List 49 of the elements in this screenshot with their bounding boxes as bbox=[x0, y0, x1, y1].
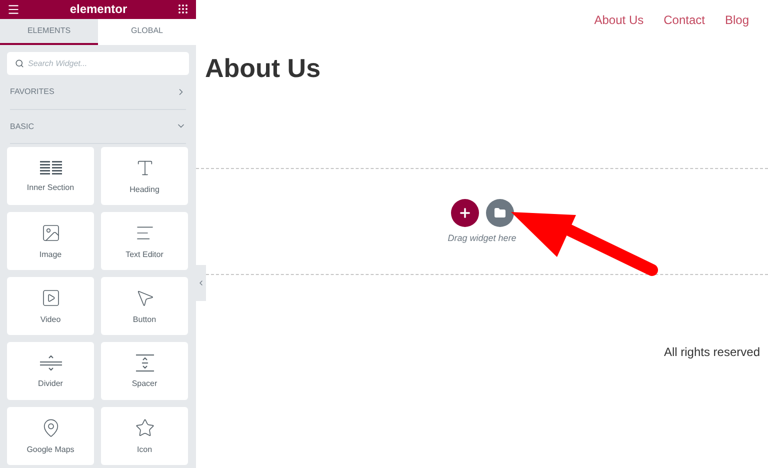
chevron-left-icon bbox=[197, 279, 205, 287]
add-section-button[interactable] bbox=[450, 198, 478, 226]
widget-label: Divider bbox=[38, 379, 63, 388]
page-title: About Us bbox=[205, 53, 322, 84]
widget-card[interactable]: Text Editor bbox=[101, 212, 188, 270]
widget-card[interactable]: Button bbox=[101, 277, 188, 336]
grid-icon[interactable] bbox=[176, 3, 189, 16]
spacer-icon bbox=[134, 354, 156, 372]
footer-text: All rights reserved bbox=[664, 345, 760, 359]
widget-label: Image bbox=[39, 250, 62, 260]
divider-icon bbox=[40, 354, 62, 372]
widget-label: Text Editor bbox=[126, 250, 164, 260]
widget-label: Inner Section bbox=[26, 183, 74, 192]
drop-hint: Drag widget here bbox=[448, 232, 516, 242]
widget-card[interactable]: Inner Section bbox=[7, 147, 94, 206]
panel-tab[interactable]: GLOBAL bbox=[98, 18, 196, 46]
widget-label: Google Maps bbox=[26, 445, 74, 454]
category-label: BASIC bbox=[10, 122, 34, 131]
widget-card[interactable]: Icon bbox=[101, 407, 188, 466]
columns-icon bbox=[40, 160, 62, 176]
plus-icon bbox=[458, 206, 472, 220]
widget-card[interactable]: Divider bbox=[7, 342, 94, 400]
nav-link[interactable]: About Us bbox=[594, 13, 644, 27]
widget-label: Spacer bbox=[132, 379, 158, 388]
widget-label: Icon bbox=[136, 445, 152, 454]
widget-label: Heading bbox=[130, 185, 160, 194]
collapse-handle[interactable] bbox=[196, 265, 206, 301]
widget-label: Video bbox=[40, 315, 61, 324]
search-icon bbox=[15, 59, 24, 68]
panel-tab[interactable]: ELEMENTS bbox=[0, 18, 98, 46]
widget-label: Button bbox=[132, 315, 156, 324]
category-header[interactable]: FAVORITES bbox=[10, 75, 186, 110]
image-icon bbox=[40, 223, 60, 244]
template-button[interactable] bbox=[486, 198, 514, 226]
star-icon bbox=[134, 418, 154, 438]
logo: elementor bbox=[70, 2, 128, 16]
widget-card[interactable]: Heading bbox=[101, 147, 188, 206]
widget-card[interactable]: Spacer bbox=[101, 342, 188, 400]
category-header[interactable]: BASIC bbox=[10, 110, 186, 144]
nav-link[interactable]: Blog bbox=[724, 13, 749, 27]
play-icon bbox=[40, 288, 60, 308]
widget-card[interactable]: Video bbox=[7, 277, 94, 336]
category-label: FAVORITES bbox=[10, 87, 54, 96]
widget-card[interactable]: Image bbox=[7, 212, 94, 270]
folder-icon bbox=[494, 206, 506, 218]
widget-card[interactable]: Google Maps bbox=[7, 407, 94, 466]
menu-icon[interactable] bbox=[7, 2, 20, 16]
nav-link[interactable]: Contact bbox=[664, 13, 705, 27]
search-field[interactable]: Search Widget... bbox=[7, 52, 189, 76]
